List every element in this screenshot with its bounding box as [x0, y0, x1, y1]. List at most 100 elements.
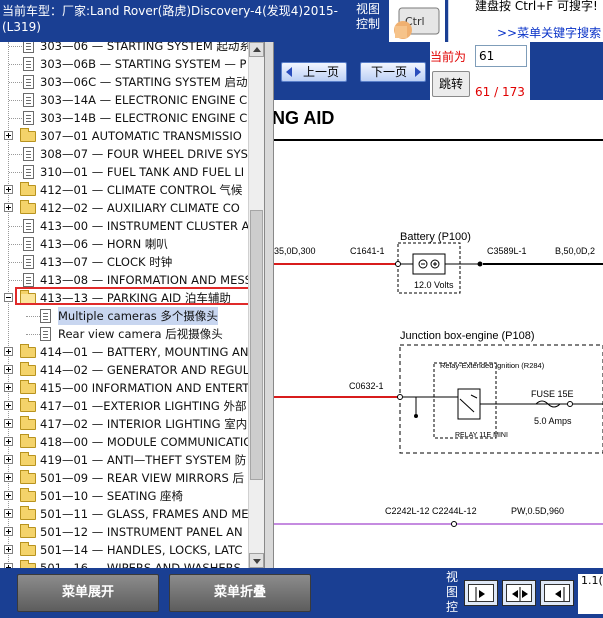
panel-splitter[interactable] — [264, 42, 274, 568]
tree-item[interactable]: 419—01 — ANTI—THEFT SYSTEM 防 — [0, 451, 248, 469]
expand-plus-icon[interactable] — [4, 509, 13, 518]
tree-item-label: 412—01 — CLIMATE CONTROL 气候 — [40, 183, 243, 197]
expand-plus-icon[interactable] — [4, 473, 13, 482]
tree-item[interactable]: 414—02 — GENERATOR AND REGUL — [0, 361, 249, 379]
tree-item[interactable]: 303—06 — STARTING SYSTEM 起动系 — [0, 42, 251, 55]
document-icon — [23, 57, 34, 71]
folder-icon — [20, 380, 36, 394]
tree-item-label: Multiple cameras 多个摄像头 — [58, 307, 218, 325]
folder-icon — [20, 182, 36, 196]
document-icon — [23, 42, 34, 53]
tree-item-label: 501—10 — SEATING 座椅 — [40, 489, 184, 503]
tree-item[interactable]: 501—10 — SEATING 座椅 — [0, 487, 248, 505]
tree-item[interactable]: 415—00 INFORMATION AND ENTERT — [0, 379, 250, 397]
view-right-only-button[interactable] — [540, 580, 574, 606]
collapse-minus-icon[interactable] — [4, 293, 13, 302]
tree-item-label: Rear view camera 后视摄像头 — [58, 327, 223, 341]
folder-icon — [20, 488, 36, 502]
tree-item[interactable]: 303—06C — STARTING SYSTEM 启动 — [0, 73, 248, 91]
folder-icon — [20, 470, 36, 484]
tree-item[interactable]: 418—00 — MODULE COMMUNICATIO — [0, 433, 252, 451]
tree-item-label: 415—00 INFORMATION AND ENTERT — [40, 381, 250, 395]
top-header: 当前车型：厂家:Land Rover(路虎)Discovery-4(发现4)20… — [0, 0, 603, 42]
tree-item-label: 303—06 — STARTING SYSTEM 起动系 — [40, 42, 251, 53]
next-page-label: 下一页 — [370, 65, 407, 79]
scroll-up-arrow-icon[interactable] — [249, 42, 264, 57]
tree-scrollbar[interactable] — [248, 42, 264, 568]
menu-keyword-search-link[interactable]: >>菜单关键字搜索 — [497, 24, 601, 41]
scroll-down-arrow-icon[interactable] — [249, 553, 264, 568]
next-page-button[interactable]: 下一页 — [360, 62, 426, 82]
tree-item[interactable]: 501—09 — REAR VIEW MIRRORS 后 — [0, 469, 248, 487]
view-left-only-button[interactable] — [464, 580, 498, 606]
tree-item[interactable]: Multiple cameras 多个摄像头 — [0, 307, 248, 325]
tree-item[interactable]: 412—02 — AUXILIARY CLIMATE CO — [0, 199, 248, 217]
tree-item[interactable]: 303—14A — ELECTRONIC ENGINE C — [0, 91, 248, 109]
expand-plus-icon[interactable] — [4, 347, 13, 356]
tree-item-label: 413—06 — HORN 喇叭 — [40, 237, 168, 251]
tree-item-label: 413—07 — CLOCK 时钟 — [40, 255, 173, 269]
tree-item[interactable]: 412—01 — CLIMATE CONTROL 气候 — [0, 181, 248, 199]
tree-item-label: 307—01 AUTOMATIC TRANSMISSIO — [40, 129, 242, 143]
scroll-thumb[interactable] — [250, 210, 263, 480]
folder-icon — [20, 542, 36, 556]
expand-plus-icon[interactable] — [4, 545, 13, 554]
tree-item[interactable]: Rear view camera 后视摄像头 — [0, 325, 248, 343]
expand-plus-icon[interactable] — [4, 437, 13, 446]
tree-item[interactable]: 417—01 —EXTERIOR LIGHTING 外部 — [0, 397, 248, 415]
tree-item-label: 303—14A — ELECTRONIC ENGINE C — [40, 93, 248, 107]
expand-plus-icon[interactable] — [4, 383, 13, 392]
view-split-button[interactable] — [502, 580, 536, 606]
tree-item-label: 310—01 — FUEL TANK AND FUEL LI — [40, 165, 245, 179]
tree-item[interactable]: 413—07 — CLOCK 时钟 — [0, 253, 248, 271]
conn-c2242: C2242L-12 C2244L-12 — [385, 506, 477, 516]
tree-item[interactable]: 303—14B — ELECTRONIC ENGINE C — [0, 109, 248, 127]
menu-tree-panel: 303—06 — STARTING SYSTEM 起动系 303—06B — ST… — [0, 42, 264, 568]
tree-item-label: 419—01 — ANTI—THEFT SYSTEM 防 — [40, 453, 247, 467]
expand-plus-icon[interactable] — [4, 131, 13, 140]
tree-item-label: 417—01 —EXTERIOR LIGHTING 外部 — [40, 399, 247, 413]
tree-item[interactable]: 303—06B — STARTING SYSTEM — P — [0, 55, 248, 73]
folder-icon — [20, 524, 36, 538]
expand-plus-icon[interactable] — [4, 455, 13, 464]
tree-item[interactable]: 501—14 — HANDLES, LOCKS, LATC — [0, 541, 248, 559]
expand-plus-icon[interactable] — [4, 185, 13, 194]
document-icon — [23, 111, 34, 125]
tree-item-label: 303—06B — STARTING SYSTEM — P — [40, 57, 247, 71]
tree-item[interactable]: 501—16 — WIPERS AND WASHERS— — [0, 559, 252, 568]
view-control-label[interactable]: 视图控制 — [356, 2, 386, 32]
expand-plus-icon[interactable] — [4, 401, 13, 410]
tree-item[interactable]: 308—07 — FOUR WHEEL DRIVE SYS — [0, 145, 248, 163]
current-vehicle-label: 当前车型：厂家:Land Rover(路虎)Discovery-4(发现4)20… — [2, 4, 338, 34]
goto-page-button[interactable]: 跳转 — [432, 71, 470, 97]
tree-item[interactable]: 307—01 AUTOMATIC TRANSMISSIO — [0, 127, 248, 145]
expand-plus-icon[interactable] — [4, 419, 13, 428]
collapse-menu-button[interactable]: 菜单折叠 — [169, 574, 311, 612]
expand-plus-icon[interactable] — [4, 491, 13, 500]
tree-item[interactable]: 501—11 — GLASS, FRAMES AND ME — [0, 505, 249, 523]
page-number-input[interactable] — [475, 45, 527, 67]
expand-menu-button[interactable]: 菜单展开 — [17, 574, 159, 612]
current-page-label: 当前为 — [430, 50, 467, 64]
document-icon — [40, 327, 51, 341]
expand-plus-icon[interactable] — [4, 203, 13, 212]
tree-item[interactable]: 413—06 — HORN 喇叭 — [0, 235, 248, 253]
tree-item[interactable]: 310—01 — FUEL TANK AND FUEL LI — [0, 163, 248, 181]
document-icon — [23, 273, 34, 287]
split-view-icon — [512, 587, 528, 601]
tree-item-label: 501—16 — WIPERS AND WASHERS— — [40, 561, 253, 568]
tree-item-label: 501—14 — HANDLES, LOCKS, LATC — [40, 543, 243, 557]
document-icon — [23, 237, 34, 251]
expand-plus-icon[interactable] — [4, 527, 13, 536]
search-hint-panel: 建盘按 Ctrl+F 可搜字! >>菜单关键字搜索 — [448, 0, 603, 42]
previous-page-button[interactable]: 上一页 — [281, 62, 347, 82]
tree-item[interactable]: 414—01 — BATTERY, MOUNTING AN — [0, 343, 249, 361]
tree-item[interactable]: 413—00 — INSTRUMENT CLUSTER A — [0, 217, 249, 235]
expand-plus-icon[interactable] — [4, 365, 13, 374]
tree-item[interactable]: 417—02 — INTERIOR LIGHTING 室内 — [0, 415, 248, 433]
folder-icon — [20, 452, 36, 466]
arrow-right-icon — [415, 67, 421, 77]
tree-item[interactable]: 501—12 — INSTRUMENT PANEL AN — [0, 523, 248, 541]
conn-c0632: C0632-1 — [349, 381, 384, 391]
document-icon — [23, 75, 34, 89]
